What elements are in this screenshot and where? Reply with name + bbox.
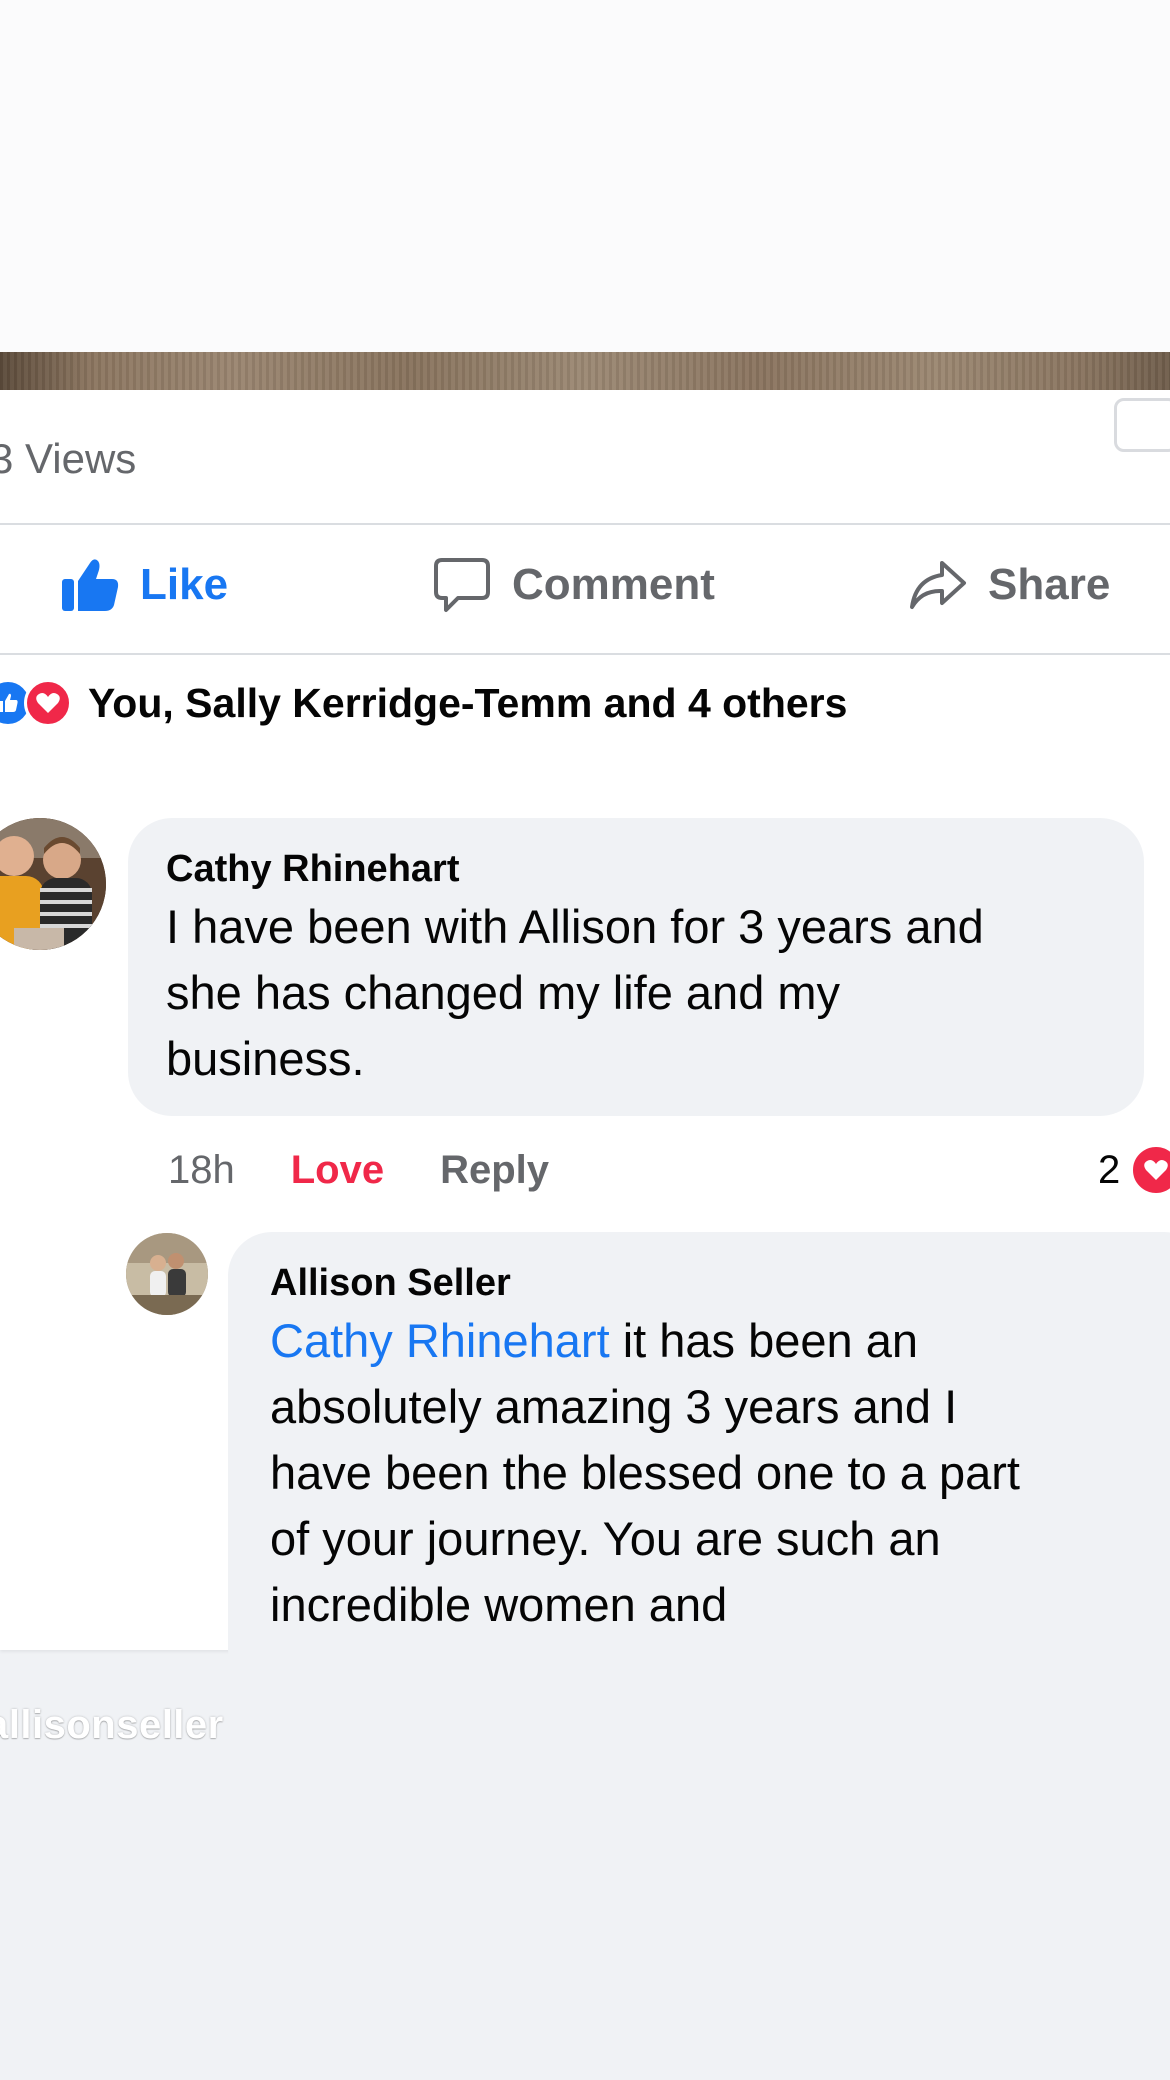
comment-line: have been the blessed one to a part (270, 1446, 1020, 1499)
comment-line: incredible women and (270, 1578, 728, 1631)
share-icon (910, 561, 966, 609)
comment-bubble: Cathy Rhinehart I have been with Allison… (128, 818, 1144, 1116)
comment-line: absolutely amazing 3 years and I (270, 1380, 958, 1433)
post-card: 3 Views Like Comment Share You, Sally Ke… (0, 390, 1170, 1692)
comment-author[interactable]: Cathy Rhinehart (166, 844, 1106, 894)
love-icon (1130, 1144, 1170, 1196)
comment-line: I have been with Allison for 3 years and (166, 900, 984, 953)
comment-line: Cathy Rhinehart it has been an (270, 1314, 918, 1367)
divider-bottom (0, 653, 1170, 655)
mention-link[interactable]: Cathy Rhinehart (270, 1314, 610, 1367)
comment-reaction-count[interactable]: 2 (1098, 1130, 1170, 1210)
like-label: Like (140, 560, 229, 609)
comment-line: business. (166, 1032, 365, 1085)
video-thumbnail-strip[interactable] (0, 352, 1170, 390)
reactions-summary[interactable]: You, Sally Kerridge-Temm and 4 others (0, 668, 847, 738)
avatar[interactable] (0, 818, 106, 950)
love-reaction-button[interactable]: Love (291, 1148, 384, 1193)
love-reaction-icon (24, 679, 72, 727)
top-blank-area (0, 0, 1170, 352)
like-button[interactable]: Like (60, 525, 228, 645)
comment-line: she has changed my life and my (166, 966, 841, 1019)
comment-label: Comment (512, 560, 715, 609)
action-bar: Like Comment Share (0, 525, 1170, 645)
reply-button[interactable]: Reply (440, 1148, 549, 1193)
reactions-text: You, Sally Kerridge-Temm and 4 others (88, 679, 848, 726)
views-count: 3 Views (0, 435, 137, 482)
avatar[interactable] (126, 1233, 208, 1315)
comment-line: of your journey. You are such an (270, 1512, 941, 1565)
comment-timestamp[interactable]: 18h (168, 1148, 235, 1193)
reaction-count-value: 2 (1098, 1147, 1121, 1192)
options-box[interactable] (1114, 398, 1170, 452)
reply-bubble: Allison Seller Cathy Rhinehart it has be… (228, 1232, 1170, 1692)
comment-author[interactable]: Allison Seller (270, 1258, 1166, 1308)
thumbs-up-icon (62, 559, 119, 611)
comment-meta: 18h Love Reply (168, 1130, 549, 1210)
comment-icon (434, 558, 490, 612)
comment-button[interactable]: Comment (432, 525, 715, 645)
share-button[interactable]: Share (908, 525, 1110, 645)
watermark: allisonseller (0, 1703, 224, 1747)
share-label: Share (988, 560, 1111, 609)
